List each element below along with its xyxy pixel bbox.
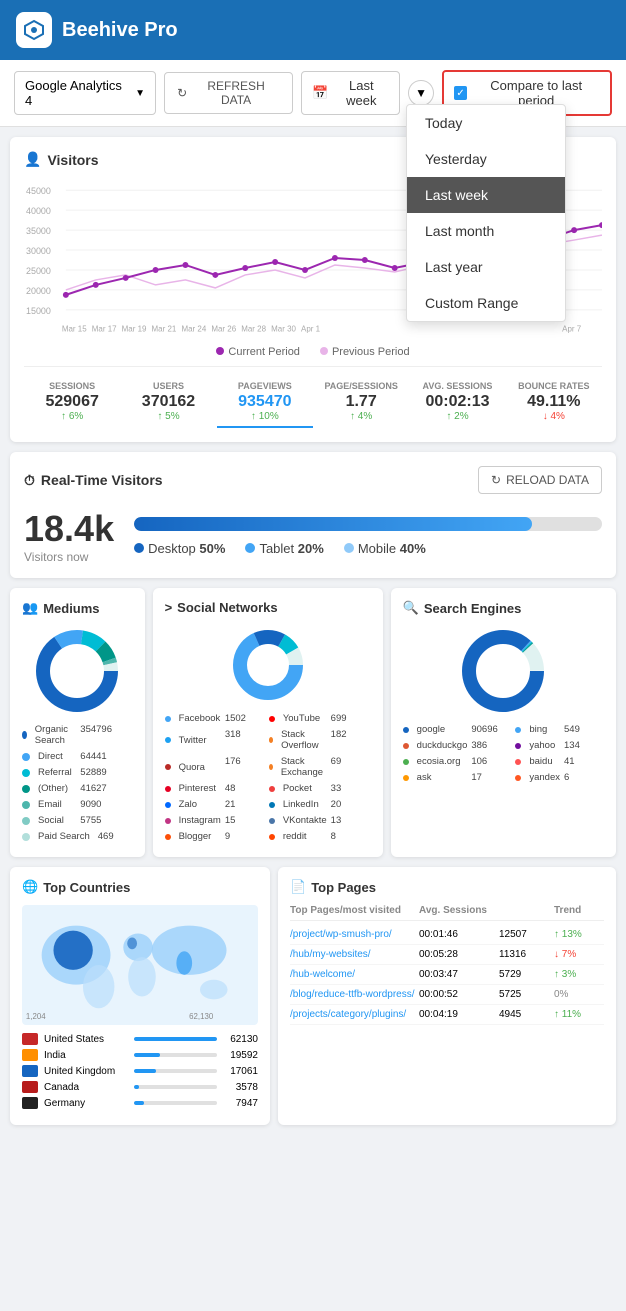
- app-logo-icon: [16, 12, 52, 48]
- chevron-down-icon: ▼: [135, 88, 145, 99]
- widgets-row: 👥 Mediums Organic Search354796 Direct644…: [10, 588, 616, 857]
- svg-text:Mar 26: Mar 26: [211, 325, 236, 334]
- date-button[interactable]: 📅 Last week: [301, 71, 400, 115]
- svg-text:62,130: 62,130: [189, 1012, 214, 1021]
- stat-pageviews: PAGEVIEWS 935470 ↑ 10%: [217, 377, 313, 428]
- app-header: Beehive Pro: [0, 0, 626, 60]
- svg-text:35000: 35000: [26, 226, 51, 236]
- refresh-button[interactable]: ↻ REFRESH DATA: [164, 72, 293, 114]
- world-map: 1,204 62,130: [22, 905, 258, 1025]
- table-row: /project/wp-smush-pro/ 00:01:46 12507 ↑ …: [290, 925, 604, 945]
- search-icon: 🔍: [403, 600, 419, 616]
- top-pages-card: 📄 Top Pages Top Pages/most visited Avg. …: [278, 867, 616, 1125]
- social-icon: >: [165, 600, 173, 615]
- realtime-label: Visitors now: [24, 550, 114, 564]
- dropdown-item-custom[interactable]: Custom Range: [407, 285, 565, 321]
- svg-text:20000: 20000: [26, 286, 51, 296]
- svg-text:Apr 1: Apr 1: [301, 325, 321, 334]
- table-row: /blog/reduce-ttfb-wordpress/ 00:00:52 57…: [290, 985, 604, 1005]
- chart-legend: Current Period Previous Period: [24, 346, 602, 358]
- calendar-icon: 📅: [312, 85, 328, 101]
- svg-text:1,204: 1,204: [26, 1012, 46, 1021]
- search-engines-card: 🔍 Search Engines google90696 bing549 duc…: [391, 588, 616, 857]
- table-row: /projects/category/plugins/ 00:04:19 494…: [290, 1005, 604, 1025]
- globe-icon: 🌐: [22, 879, 38, 895]
- reload-icon: ↻: [491, 473, 501, 487]
- svg-text:40000: 40000: [26, 206, 51, 216]
- date-dropdown: Today Yesterday Last week Last month Las…: [406, 104, 566, 322]
- svg-text:15000: 15000: [26, 306, 51, 316]
- mediums-card: 👥 Mediums Organic Search354796 Direct644…: [10, 588, 145, 857]
- chevron-icon: ▼: [415, 86, 427, 100]
- search-stats: google90696 bing549 duckduckgo386 yahoo1…: [403, 724, 604, 786]
- device-stats: Desktop 50% Tablet 20% Mobile 40%: [134, 541, 602, 556]
- dropdown-item-yesterday[interactable]: Yesterday: [407, 141, 565, 177]
- dropdown-item-lastweek[interactable]: Last week: [407, 177, 565, 213]
- chevron-dropdown-btn[interactable]: ▼: [408, 80, 433, 106]
- pages-table: Top Pages/most visited Avg. Sessions Tre…: [290, 905, 604, 1025]
- bottom-row: 🌐 Top Countries: [10, 867, 616, 1125]
- table-row: /hub-welcome/ 00:03:47 5729 ↑ 3%: [290, 965, 604, 985]
- dropdown-item-lastyear[interactable]: Last year: [407, 249, 565, 285]
- visitors-icon: 👤: [24, 151, 41, 168]
- visitors-title: Visitors: [47, 152, 98, 168]
- stat-users: USERS 370162 ↑ 5%: [120, 377, 216, 428]
- svg-text:Mar 15: Mar 15: [62, 325, 87, 334]
- ga-selector[interactable]: Google Analytics 4 ▼: [14, 71, 156, 115]
- mediums-icon: 👥: [22, 600, 38, 616]
- stat-page-sessions: PAGE/SESSIONS 1.77 ↑ 4%: [313, 377, 409, 428]
- svg-text:Mar 30: Mar 30: [271, 325, 296, 334]
- svg-text:25000: 25000: [26, 266, 51, 276]
- top-countries-card: 🌐 Top Countries: [10, 867, 270, 1125]
- clock-icon: ⏱: [24, 472, 35, 489]
- reload-data-button[interactable]: ↻ RELOAD DATA: [478, 466, 602, 494]
- realtime-count: 18.4k: [24, 508, 114, 550]
- social-stats: Facebook1502 YouTube699 Twitter318 Stack…: [165, 713, 371, 845]
- checkbox-icon: ✓: [454, 86, 468, 100]
- realtime-title: ⏱ Real-Time Visitors: [24, 472, 163, 489]
- realtime-progress-bar: [134, 517, 602, 531]
- svg-text:Mar 19: Mar 19: [122, 325, 147, 334]
- realtime-card: ⏱ Real-Time Visitors ↻ RELOAD DATA 18.4k…: [10, 452, 616, 578]
- refresh-icon: ↻: [177, 86, 187, 100]
- svg-text:Mar 17: Mar 17: [92, 325, 117, 334]
- svg-text:Mar 24: Mar 24: [181, 325, 206, 334]
- stat-sessions: SESSIONS 529067 ↑ 6%: [24, 377, 120, 428]
- svg-text:45000: 45000: [26, 186, 51, 196]
- stat-avg-sessions: AVG. SESSIONS 00:02:13 ↑ 2%: [409, 377, 505, 428]
- app-title: Beehive Pro: [62, 19, 178, 42]
- dropdown-item-lastmonth[interactable]: Last month: [407, 213, 565, 249]
- country-list: United States 62130 India 19592 United K…: [22, 1033, 258, 1109]
- svg-text:Apr 7: Apr 7: [562, 325, 582, 334]
- svg-text:Mar 21: Mar 21: [152, 325, 177, 334]
- stat-bounce-rates: BOUNCE RATES 49.11% ↓ 4%: [506, 377, 602, 428]
- dropdown-item-today[interactable]: Today: [407, 105, 565, 141]
- table-row: /hub/my-websites/ 00:05:28 11316 ↓ 7%: [290, 945, 604, 965]
- svg-text:30000: 30000: [26, 246, 51, 256]
- pages-icon: 📄: [290, 879, 306, 895]
- stats-row: SESSIONS 529067 ↑ 6% USERS 370162 ↑ 5% P…: [24, 366, 602, 428]
- toolbar: Google Analytics 4 ▼ ↻ REFRESH DATA 📅 La…: [0, 60, 626, 127]
- social-card: > Social Networks Facebook1502 YouTube69…: [153, 588, 383, 857]
- svg-text:Mar 28: Mar 28: [241, 325, 266, 334]
- mediums-stats: Organic Search354796 Direct64441 Referra…: [22, 724, 133, 845]
